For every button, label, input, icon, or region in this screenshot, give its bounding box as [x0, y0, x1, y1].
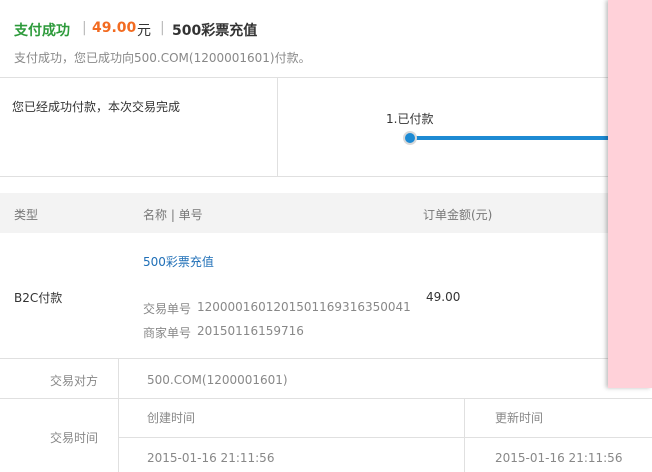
progress-step-dot	[403, 131, 417, 145]
trade-time-label: 交易时间	[50, 431, 99, 445]
divider	[119, 437, 652, 438]
divider	[464, 399, 465, 472]
divider	[118, 359, 119, 472]
order-amount: 49.00	[426, 290, 461, 304]
created-time-value: 2015-01-16 21:11:56	[147, 451, 275, 465]
updated-time-label: 更新时间	[495, 411, 544, 425]
merchant-no-value: 20150116159716	[197, 324, 304, 338]
counterparty-label: 交易对方	[50, 374, 99, 388]
payment-status-title: 支付成功	[14, 23, 70, 39]
divider	[0, 398, 652, 399]
updated-time-value: 2015-01-16 21:11:56	[495, 451, 623, 465]
header-separator: |	[82, 20, 87, 36]
currency-unit: 元	[137, 23, 151, 39]
payment-amount: 49.00	[92, 20, 137, 36]
product-title: 500彩票充值	[172, 23, 258, 39]
trade-no-value: 1200001601201501169316350041	[197, 300, 411, 314]
table-header	[0, 193, 608, 233]
order-type: B2C付款	[14, 291, 63, 305]
progress-step-label: 1.已付款	[386, 112, 434, 126]
overlay-panel	[608, 0, 652, 388]
trade-no-label: 交易单号	[143, 302, 192, 316]
divider	[277, 78, 278, 176]
header-separator: |	[160, 20, 165, 36]
divider	[0, 358, 652, 359]
column-header-name: 名称 | 单号	[143, 208, 203, 222]
divider	[0, 176, 608, 177]
created-time-label: 创建时间	[147, 411, 196, 425]
column-header-amount: 订单金额(元)	[423, 208, 493, 222]
column-header-type: 类型	[14, 208, 39, 222]
payment-subtitle: 支付成功，您已成功向500.COM(1200001601)付款。	[14, 51, 311, 65]
product-link[interactable]: 500彩票充值	[143, 253, 214, 270]
counterparty-value: 500.COM(1200001601)	[147, 373, 288, 387]
progress-bar	[410, 136, 608, 140]
divider	[0, 77, 608, 78]
merchant-no-label: 商家单号	[143, 326, 192, 340]
status-message: 您已经成功付款，本次交易完成	[12, 100, 181, 114]
